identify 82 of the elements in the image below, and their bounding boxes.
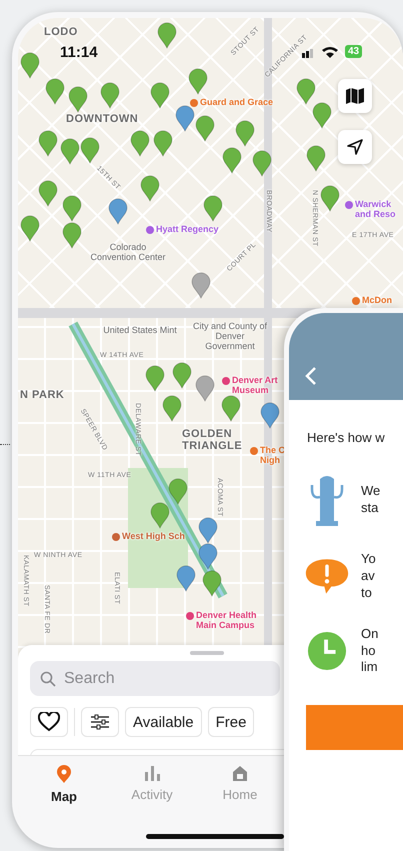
- map-pin-icon[interactable]: [176, 565, 196, 592]
- alert-bubble-icon: [305, 557, 349, 596]
- map-pin-icon[interactable]: [195, 375, 215, 402]
- sliders-icon: [89, 714, 111, 730]
- map-pin-icon[interactable]: [153, 130, 173, 157]
- place-label: McDon: [362, 296, 392, 306]
- map-pin-icon[interactable]: [198, 543, 218, 570]
- place-label: Guard and Grace: [200, 98, 274, 108]
- landmark-label: City and County of Denver Government: [192, 322, 268, 352]
- place-label: Denver Health Main Campus: [196, 611, 258, 631]
- map-pin-icon[interactable]: [221, 395, 241, 422]
- map-pin-icon[interactable]: [312, 102, 332, 129]
- map-pin-icon[interactable]: [62, 222, 82, 249]
- district-label: N PARK: [20, 389, 64, 402]
- map-pin-icon[interactable]: [20, 52, 40, 79]
- map-pin-icon[interactable]: [306, 145, 326, 172]
- landmark-label: United States Mint: [102, 326, 178, 336]
- map-pin-icon[interactable]: [62, 195, 82, 222]
- filters-button[interactable]: [81, 707, 119, 737]
- search-icon: [40, 671, 56, 687]
- map-pin-icon[interactable]: [140, 175, 160, 202]
- map-pin-icon[interactable]: [157, 22, 177, 49]
- map-pin-icon[interactable]: [150, 82, 170, 109]
- locate-button[interactable]: [338, 130, 372, 164]
- bar-chart-icon: [143, 764, 161, 782]
- map-pin-icon[interactable]: [203, 195, 223, 222]
- map-pin-icon[interactable]: [222, 147, 242, 174]
- tab[interactable]: Map: [34, 756, 94, 844]
- map-pin-icon[interactable]: [100, 82, 120, 109]
- map-pin-icon[interactable]: [172, 362, 192, 389]
- feature-text: On ho lim: [361, 626, 378, 676]
- map-pin-icon[interactable]: [202, 570, 222, 597]
- signal-wifi-icon: [302, 46, 340, 58]
- map-pin-icon[interactable]: [38, 180, 58, 207]
- map-pin-icon[interactable]: [195, 115, 215, 142]
- filter-chip[interactable]: Available: [125, 707, 202, 737]
- map-pin-icon[interactable]: [191, 272, 211, 299]
- map-pin-icon[interactable]: [188, 68, 208, 95]
- map-pin-icon[interactable]: [296, 78, 316, 105]
- place-label: West High Sch: [122, 532, 185, 542]
- map-pin-icon[interactable]: [68, 86, 88, 113]
- feature-text: Yo av to: [361, 551, 376, 602]
- map-pin-icon[interactable]: [20, 215, 40, 242]
- house-icon: [231, 764, 249, 782]
- feature-text: We sta: [361, 483, 380, 517]
- location-arrow-icon: [346, 138, 364, 156]
- map-pin-icon[interactable]: [150, 502, 170, 529]
- map-icon: [345, 87, 365, 105]
- sheet-handle[interactable]: [190, 651, 224, 655]
- chevron-left-icon: [305, 366, 317, 386]
- map-pin-icon[interactable]: [260, 402, 280, 429]
- map-pin-icon[interactable]: [130, 130, 150, 157]
- map-pin-icon[interactable]: [38, 130, 58, 157]
- landmark-label: Colorado Convention Center: [89, 243, 167, 263]
- place-label: Hyatt Regency: [156, 225, 219, 235]
- place-label: Warwick and Reso: [355, 200, 397, 220]
- pin-icon: [56, 764, 72, 784]
- district-label: LODO: [44, 26, 78, 38]
- map-pin-icon[interactable]: [45, 78, 65, 105]
- intro-text: Here's how w: [307, 430, 386, 445]
- map-pin-icon[interactable]: [175, 105, 195, 132]
- map-pin-icon[interactable]: [145, 365, 165, 392]
- clock-icon: [307, 631, 347, 671]
- map-view-button[interactable]: [338, 79, 372, 113]
- place-label: Denver Art Museum: [232, 376, 279, 396]
- favorites-button[interactable]: [30, 707, 68, 737]
- map-pin-icon[interactable]: [252, 150, 272, 177]
- filter-chip[interactable]: Free: [208, 707, 254, 737]
- map-pin-icon[interactable]: [162, 395, 182, 422]
- map-pin-icon[interactable]: [80, 137, 100, 164]
- battery-level: 43: [345, 45, 362, 58]
- map-pin-icon[interactable]: [320, 185, 340, 212]
- map-pin-icon[interactable]: [168, 478, 188, 505]
- map-pin-icon[interactable]: [108, 198, 128, 225]
- search-field[interactable]: Search: [30, 661, 280, 696]
- heart-icon: [38, 712, 60, 732]
- map-pin-icon[interactable]: [235, 120, 255, 147]
- district-label: GOLDEN TRIANGLE: [182, 428, 244, 452]
- map-pin-icon[interactable]: [60, 138, 80, 165]
- district-label: DOWNTOWN: [66, 113, 138, 126]
- map-pin-icon[interactable]: [198, 517, 218, 544]
- status-time: 11:14: [60, 44, 98, 61]
